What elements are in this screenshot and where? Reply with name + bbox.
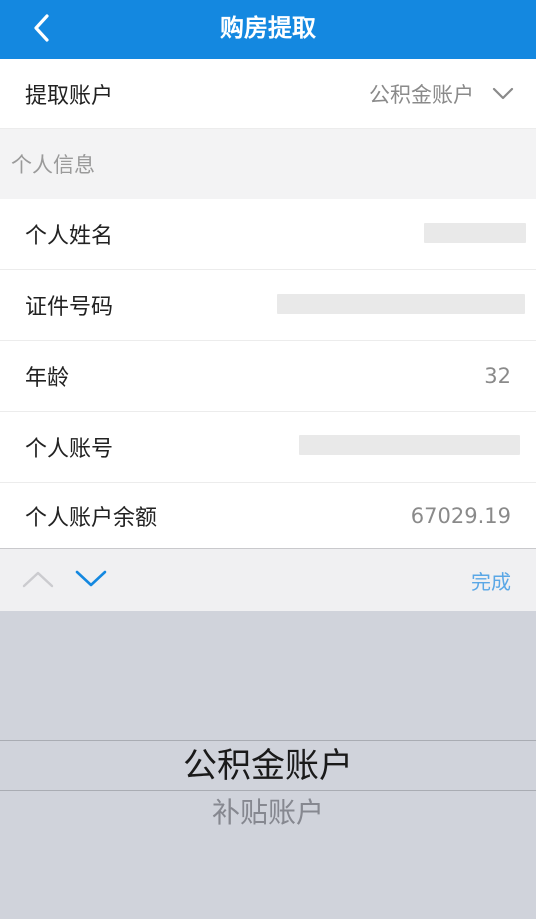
next-field-button[interactable] bbox=[73, 563, 109, 595]
name-value-redacted bbox=[424, 223, 526, 243]
withdraw-account-value: 公积金账户 bbox=[369, 82, 474, 107]
withdraw-account-select[interactable]: 公积金账户 bbox=[369, 59, 514, 128]
top-navigation-bar: 购房提取 bbox=[0, 0, 536, 59]
name-label: 个人姓名 bbox=[25, 224, 114, 249]
picker-option[interactable]: 补贴账户 bbox=[0, 793, 536, 833]
section-title: 个人信息 bbox=[11, 153, 95, 177]
id-number-row: 证件号码 bbox=[0, 270, 536, 341]
chevron-down-icon bbox=[492, 87, 514, 101]
age-value: 32 bbox=[484, 364, 511, 388]
back-button[interactable] bbox=[22, 8, 62, 48]
age-label: 年龄 bbox=[25, 366, 70, 391]
picker-option-selected[interactable]: 公积金账户 bbox=[0, 742, 536, 790]
account-picker-wheel[interactable]: 公积金账户 补贴账户 bbox=[0, 611, 536, 919]
previous-field-button[interactable] bbox=[20, 563, 56, 595]
chevron-down-icon bbox=[75, 570, 107, 587]
chevron-left-icon bbox=[34, 14, 49, 42]
picker-selection-bottom-line bbox=[0, 790, 536, 791]
picker-toolbar: 完成 bbox=[0, 548, 536, 611]
account-number-label: 个人账号 bbox=[25, 437, 114, 462]
personal-info-section-header: 个人信息 bbox=[0, 129, 536, 199]
id-number-label: 证件号码 bbox=[25, 295, 114, 320]
age-row: 年龄 32 bbox=[0, 341, 536, 412]
id-number-value-redacted bbox=[277, 294, 525, 314]
balance-label: 个人账户余额 bbox=[25, 505, 158, 531]
name-row: 个人姓名 bbox=[0, 199, 536, 270]
account-number-row: 个人账号 bbox=[0, 412, 536, 483]
picker-selection-top-line bbox=[0, 740, 536, 741]
withdraw-account-label: 提取账户 bbox=[25, 83, 114, 109]
balance-value: 67029.19 bbox=[410, 503, 511, 528]
done-button[interactable]: 完成 bbox=[471, 549, 511, 611]
withdraw-account-row[interactable]: 提取账户 公积金账户 bbox=[0, 59, 536, 129]
page-title: 购房提取 bbox=[220, 14, 316, 42]
chevron-up-icon bbox=[22, 571, 54, 588]
balance-row: 个人账户余额 67029.19 bbox=[0, 483, 536, 548]
account-number-value-redacted bbox=[299, 435, 520, 455]
